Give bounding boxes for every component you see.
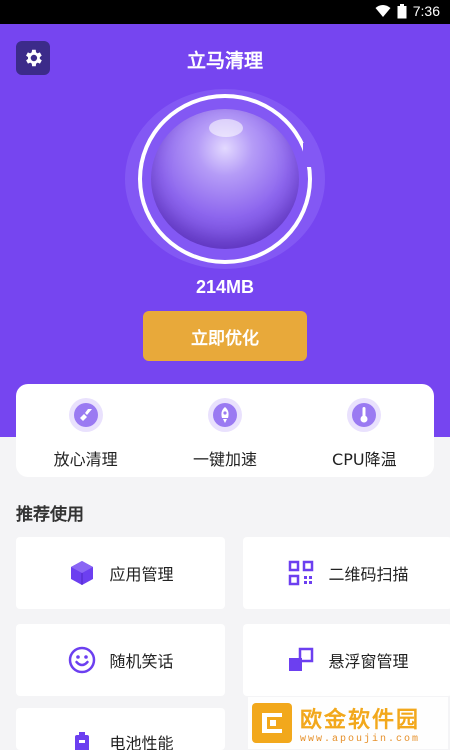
battery-icon <box>67 730 97 750</box>
wifi-icon <box>375 5 391 17</box>
rocket-icon <box>207 398 242 432</box>
section-title: 推荐使用 <box>16 505 84 525</box>
tile-random-joke[interactable]: 随机笑话 <box>16 624 225 696</box>
tile-qr-scan[interactable]: 二维码扫描 <box>243 537 450 609</box>
watermark-title: 欧金软件园 <box>300 707 421 733</box>
quick-tool-boost[interactable]: 一键加速 <box>155 384 294 477</box>
tile-app-manager[interactable]: 应用管理 <box>16 537 225 609</box>
thermometer-icon <box>347 398 382 432</box>
tile-label: 悬浮窗管理 <box>328 652 409 671</box>
tile-label: 二维码扫描 <box>328 565 409 584</box>
quick-tool-clean[interactable]: 放心清理 <box>16 384 155 477</box>
status-bar: 7:36 <box>0 0 450 24</box>
orb-sphere <box>151 109 299 249</box>
quick-tools-card: 放心清理 一键加速 CPU降温 <box>16 384 434 477</box>
watermark: 欧金软件园 www.apoujin.com <box>248 697 448 749</box>
quick-tool-label: 放心清理 <box>53 450 118 469</box>
floating-window-icon <box>286 645 316 675</box>
tile-label: 随机笑话 <box>109 652 174 671</box>
battery-status-icon <box>397 3 407 18</box>
tile-floating-window[interactable]: 悬浮窗管理 <box>243 624 450 696</box>
tile-label: 电池性能 <box>109 734 174 750</box>
quick-tool-cpu-cool[interactable]: CPU降温 <box>295 384 434 477</box>
qrcode-icon <box>286 558 316 588</box>
memory-orb <box>125 89 325 269</box>
tile-label: 应用管理 <box>109 565 174 584</box>
orb-shine <box>209 119 243 137</box>
orb-ring-gap <box>303 143 317 167</box>
app-title: 立马清理 <box>186 50 263 72</box>
memory-freed-value: 214MB <box>195 277 255 297</box>
quick-tool-label: CPU降温 <box>332 450 397 469</box>
smiley-icon <box>67 645 97 675</box>
broom-icon <box>68 398 103 432</box>
cube-icon <box>67 558 97 588</box>
watermark-url: www.apoujin.com <box>300 733 421 745</box>
clock: 7:36 <box>412 3 440 19</box>
quick-tool-label: 一键加速 <box>192 450 257 469</box>
watermark-logo-icon <box>252 703 292 743</box>
optimize-button[interactable]: 立即优化 <box>143 311 307 361</box>
tile-battery[interactable]: 电池性能 <box>16 708 225 750</box>
